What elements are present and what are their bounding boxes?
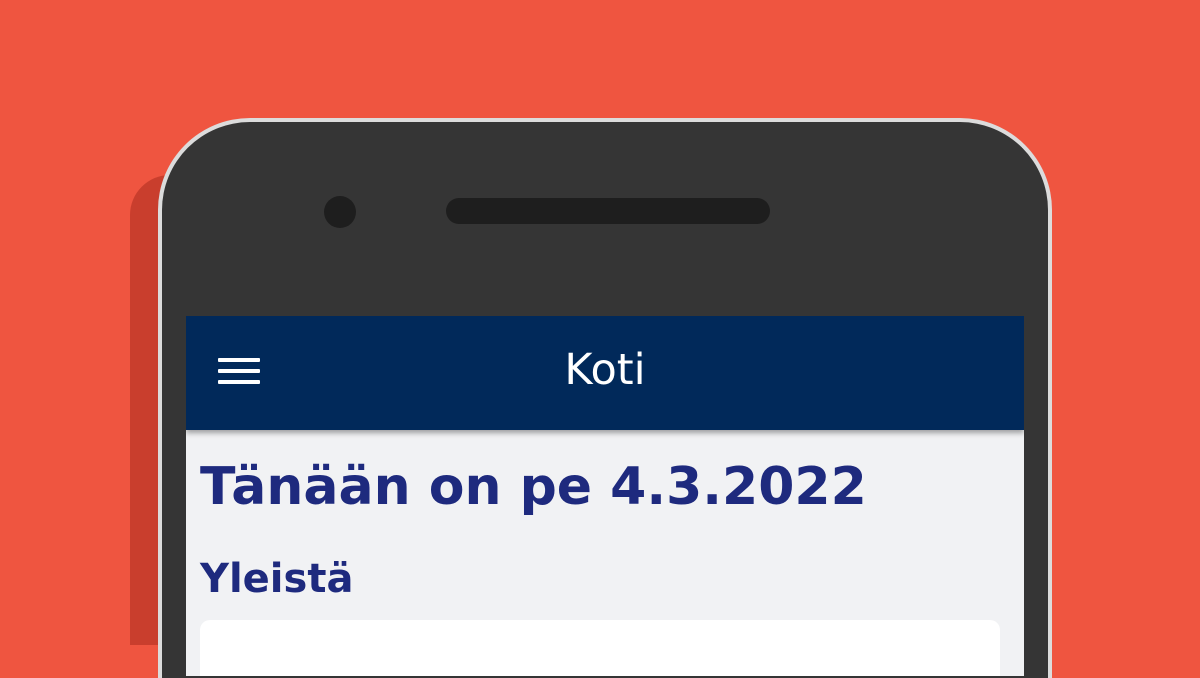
phone-frame: Koti Tänään on pe 4.3.2022 Yleistä [158, 118, 1052, 678]
app-screen: Koti Tänään on pe 4.3.2022 Yleistä [186, 316, 1024, 676]
earpiece-speaker [446, 198, 770, 224]
general-card[interactable] [200, 620, 1000, 676]
front-camera [324, 196, 356, 228]
section-heading: Yleistä [200, 556, 354, 602]
app-bar-title: Koti [564, 345, 646, 395]
app-bar: Koti [186, 316, 1024, 430]
date-heading: Tänään on pe 4.3.2022 [200, 457, 867, 517]
